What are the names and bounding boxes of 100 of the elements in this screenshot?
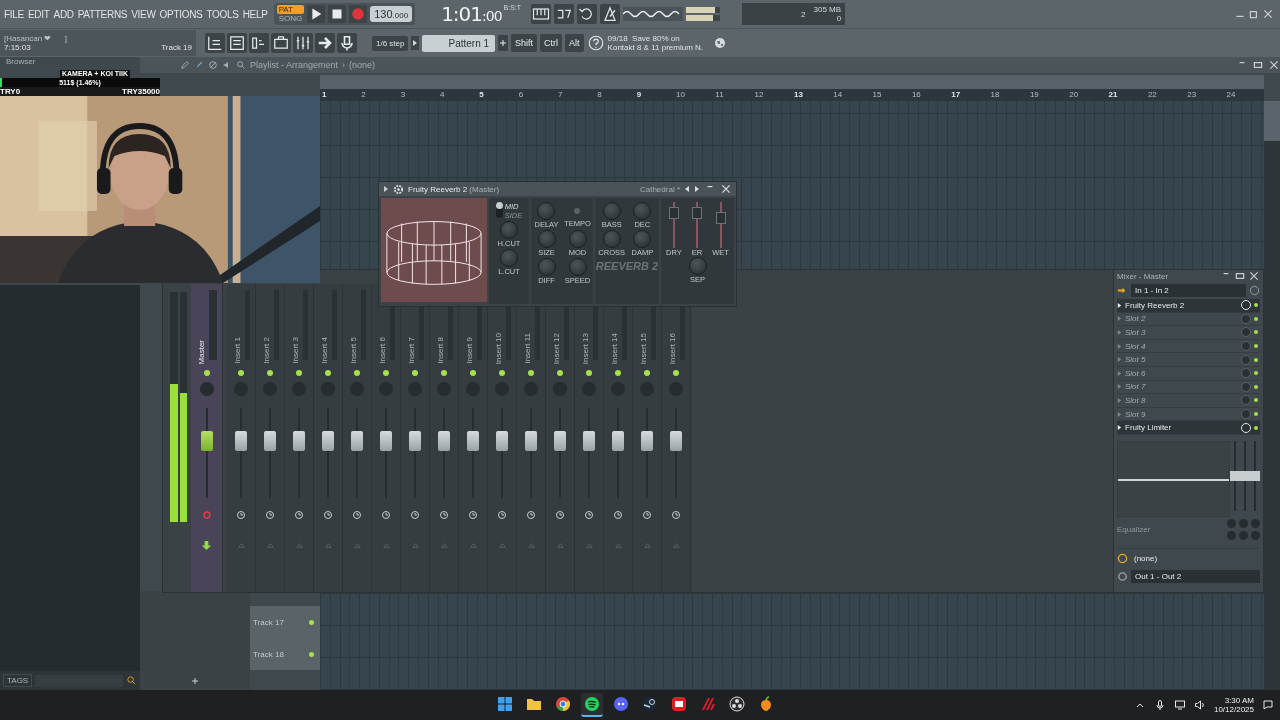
pattern-selector[interactable]: (none) bbox=[349, 60, 376, 70]
bar-number: 12 bbox=[753, 89, 765, 101]
effect-slot[interactable]: Fruity Limiter bbox=[1117, 421, 1260, 435]
user-label: [Hasancan ❤ ] bbox=[4, 34, 69, 43]
insert-strip[interactable]: Insert 4 bbox=[314, 284, 343, 592]
channel-name: Insert 13 bbox=[580, 332, 590, 364]
bar-number: 9 bbox=[635, 89, 643, 101]
bar-number: 8 bbox=[596, 89, 603, 101]
bar-number: 6 bbox=[517, 89, 525, 101]
bar-number: 22 bbox=[1146, 89, 1158, 101]
channel-name: Insert 12 bbox=[551, 332, 561, 364]
channel-name: Insert 3 bbox=[290, 337, 300, 364]
mode-toggle[interactable]: PAT bbox=[276, 5, 305, 14]
channel-name: Master bbox=[196, 339, 206, 364]
bar-number: 20 bbox=[1068, 89, 1080, 101]
channel-name: Insert 8 bbox=[435, 337, 445, 364]
bar-number: 18 bbox=[989, 89, 1001, 101]
channel-name: Insert 5 bbox=[348, 337, 358, 364]
channel-name: Insert 1 bbox=[232, 337, 242, 364]
session-time: 7:15:03 bbox=[4, 43, 31, 52]
effect-slot[interactable]: Slot 2 bbox=[1117, 312, 1260, 327]
master-strip[interactable]: Master bbox=[191, 284, 223, 592]
bar-number: 10 bbox=[674, 89, 686, 101]
bar-number: 3 bbox=[399, 89, 407, 101]
equalizer-label: Equalizer bbox=[1117, 524, 1151, 534]
output-selector[interactable]: Out 1 - Out 2 bbox=[1131, 569, 1260, 583]
bar-number: 19 bbox=[1028, 89, 1040, 101]
insert-strip[interactable]: Insert 6 bbox=[372, 284, 401, 592]
menu-item[interactable]: HELP bbox=[242, 8, 268, 20]
track-name[interactable]: Track 18 bbox=[253, 649, 284, 659]
mode-toggle[interactable]: SONG bbox=[276, 14, 305, 23]
plugin-title: Fruity Reeverb 2 (Master) bbox=[408, 184, 500, 194]
tempo-display[interactable]: 130.000 bbox=[370, 6, 413, 22]
insert-strip[interactable]: Insert 1 bbox=[227, 284, 256, 592]
modifier-key[interactable]: Alt bbox=[565, 34, 584, 52]
effect-slot[interactable]: Slot 3 bbox=[1117, 326, 1260, 340]
channel-name: Insert 11 bbox=[522, 333, 532, 364]
input-selector[interactable]: In 1 - In 2 bbox=[1131, 284, 1246, 297]
polyphony-value: 0 bbox=[836, 14, 842, 23]
playlist-title: Playlist - Arrangement bbox=[250, 60, 339, 70]
bar-number: 5 bbox=[478, 89, 485, 101]
preset-name[interactable]: Cathedral * bbox=[639, 184, 680, 194]
bar-number: 17 bbox=[950, 89, 962, 101]
channel-name: Insert 15 bbox=[638, 332, 648, 364]
channel-name: Insert 16 bbox=[667, 332, 677, 364]
modifier-key[interactable]: Shift bbox=[511, 34, 538, 52]
channel-name: Insert 2 bbox=[261, 337, 271, 364]
channel-name: Insert 7 bbox=[406, 337, 416, 364]
snap-selector[interactable]: 1/6 step bbox=[372, 35, 409, 51]
channel-name: Insert 10 bbox=[493, 332, 503, 364]
bar-number: 4 bbox=[439, 89, 446, 101]
bar-number: 13 bbox=[792, 89, 804, 101]
insert-strip[interactable]: Insert 2 bbox=[256, 284, 285, 592]
bar-number: 21 bbox=[1107, 89, 1119, 101]
memory-value: 305 MB bbox=[813, 5, 842, 14]
track-name[interactable]: Track 17 bbox=[253, 617, 284, 627]
bar-number: 2 bbox=[360, 89, 367, 101]
send-selector[interactable]: (none) bbox=[1134, 553, 1158, 563]
bar-number: 16 bbox=[910, 89, 922, 101]
effect-slot[interactable]: Slot 5 bbox=[1117, 353, 1260, 367]
time-ruler[interactable]: 1 2 3 4 5 6 7 8 9 10 11 12 13 14 15 16 17 18 19 20 21 22 23 24 bbox=[320, 89, 1264, 101]
news-text[interactable]: 09/18 Save 80% on bbox=[607, 34, 704, 43]
goal-target: TRY35000 bbox=[122, 87, 160, 96]
bar-number: 1 bbox=[321, 89, 328, 101]
tags-label: TAGS bbox=[3, 674, 33, 687]
goal-start: TRY0 bbox=[0, 87, 21, 96]
effect-slot[interactable]: Fruity Reeverb 2 bbox=[1117, 299, 1260, 313]
channel-name: Insert 4 bbox=[319, 337, 329, 364]
menu-item[interactable]: VIEW bbox=[131, 8, 156, 20]
menu-item[interactable]: FILE bbox=[4, 8, 24, 20]
track-header[interactable]: Track 17 bbox=[250, 606, 320, 638]
bar-number: 23 bbox=[1186, 89, 1198, 101]
pattern-selector[interactable]: Pattern 1 bbox=[422, 34, 496, 52]
bar-number: 15 bbox=[871, 89, 883, 101]
channel-name: Insert 6 bbox=[377, 337, 387, 364]
mixer-title: Mixer - Master bbox=[1117, 271, 1169, 281]
clock[interactable]: 3:30 AM 10/12/2025 bbox=[1213, 696, 1254, 714]
cpu-value: 2 bbox=[800, 9, 806, 19]
bar-number: 7 bbox=[556, 89, 564, 101]
bar-number: 14 bbox=[832, 89, 844, 101]
menu-item[interactable]: PATTERNS bbox=[77, 8, 128, 20]
menu-item[interactable]: OPTIONS bbox=[159, 8, 203, 20]
track-header[interactable]: Track 18 bbox=[250, 638, 320, 670]
channel-name: Insert 14 bbox=[609, 332, 619, 364]
effect-slot[interactable]: Slot 8 bbox=[1117, 394, 1260, 408]
menu-item[interactable]: TOOLS bbox=[206, 8, 239, 20]
effect-slot[interactable]: Slot 6 bbox=[1117, 366, 1260, 381]
menu-item[interactable]: EDIT bbox=[27, 8, 50, 20]
effect-slot[interactable]: Slot 4 bbox=[1117, 339, 1260, 354]
news-text[interactable]: Kontakt 8 & 11 premium N. bbox=[607, 43, 704, 52]
track-label: Track 19 bbox=[161, 43, 192, 52]
channel-name: Insert 9 bbox=[464, 337, 474, 364]
menu-item[interactable]: ADD bbox=[53, 8, 74, 20]
insert-strip[interactable]: Insert 5 bbox=[343, 284, 372, 592]
browser-title[interactable]: Browser bbox=[6, 57, 36, 66]
effect-slot[interactable]: Slot 7 bbox=[1117, 380, 1260, 395]
modifier-key[interactable]: Ctrl bbox=[540, 34, 563, 52]
bar-number: 11 bbox=[714, 89, 725, 101]
plugin-logo: REEVERB 2 bbox=[595, 260, 659, 272]
insert-strip[interactable]: Insert 3 bbox=[285, 284, 314, 592]
